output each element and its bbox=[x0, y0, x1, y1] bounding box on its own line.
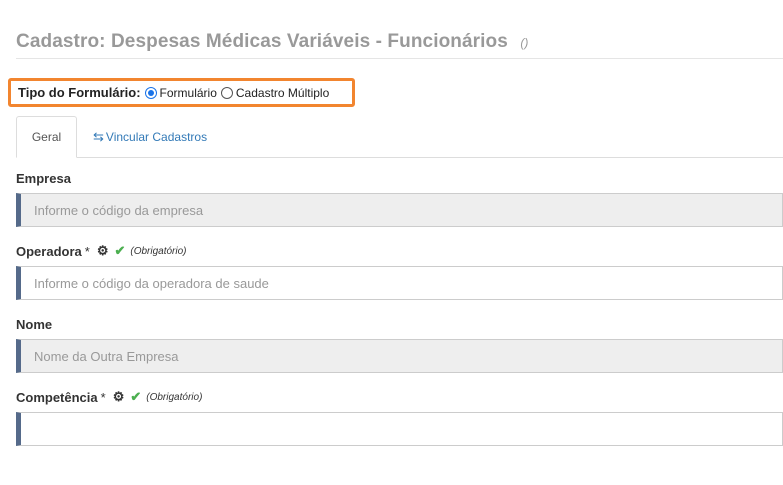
operadora-placeholder: Informe o código da operadora de saude bbox=[34, 275, 269, 291]
radio-formulario[interactable] bbox=[144, 86, 157, 99]
nome-input[interactable]: Nome da Outra Empresa bbox=[16, 339, 783, 373]
required-hint: (Obrigatório) bbox=[146, 391, 203, 403]
tab-vincular-cadastros[interactable]: ⇆ Vincular Cadastros bbox=[93, 116, 207, 158]
tab-geral[interactable]: Geral bbox=[16, 116, 77, 158]
tab-bar: Geral ⇆ Vincular Cadastros bbox=[16, 116, 783, 158]
radio-cadastro-multiplo-label[interactable]: Cadastro Múltiplo bbox=[236, 86, 329, 100]
check-icon: ✔ bbox=[114, 243, 126, 258]
empresa-placeholder: Informe o código da empresa bbox=[34, 202, 204, 218]
tab-vincular-label: Vincular Cadastros bbox=[105, 130, 208, 144]
tab-geral-label: Geral bbox=[31, 130, 62, 144]
page-header: Cadastro: Despesas Médicas Variáveis - F… bbox=[16, 31, 783, 59]
operadora-label: Operadora * ⚙ ✔ (Obrigatório) bbox=[16, 243, 187, 259]
radio-formulario-label[interactable]: Formulário bbox=[160, 86, 217, 100]
nome-placeholder: Nome da Outra Empresa bbox=[34, 348, 179, 364]
competencia-label: Competência * ⚙ ✔ (Obrigatório) bbox=[16, 389, 202, 405]
radio-cadastro-multiplo[interactable] bbox=[220, 86, 233, 99]
empresa-label: Empresa bbox=[16, 171, 71, 186]
empresa-input[interactable]: Informe o código da empresa bbox=[16, 193, 783, 227]
gear-icon[interactable]: ⚙ bbox=[97, 243, 109, 259]
operadora-input[interactable]: Informe o código da operadora de saude bbox=[16, 266, 783, 300]
nome-label-text: Nome bbox=[16, 317, 53, 332]
check-icon: ✔ bbox=[130, 389, 142, 404]
operadora-label-text: Operadora bbox=[16, 243, 82, 259]
required-mark: * bbox=[100, 389, 106, 405]
retweet-icon: ⇆ bbox=[93, 129, 104, 144]
competencia-input[interactable] bbox=[16, 412, 783, 446]
record-count: () bbox=[520, 36, 529, 50]
gear-icon[interactable]: ⚙ bbox=[113, 389, 125, 405]
competencia-label-text: Competência bbox=[16, 389, 98, 405]
required-mark: * bbox=[84, 243, 90, 259]
form-type-selector: Tipo do Formulário: Formulário Cadastro … bbox=[8, 78, 355, 107]
empresa-label-text: Empresa bbox=[16, 171, 71, 186]
nome-label: Nome bbox=[16, 317, 52, 332]
required-hint: (Obrigatório) bbox=[130, 245, 187, 257]
page-title: Cadastro: Despesas Médicas Variáveis - F… bbox=[16, 31, 508, 52]
form-type-label: Tipo do Formulário: bbox=[18, 85, 141, 100]
